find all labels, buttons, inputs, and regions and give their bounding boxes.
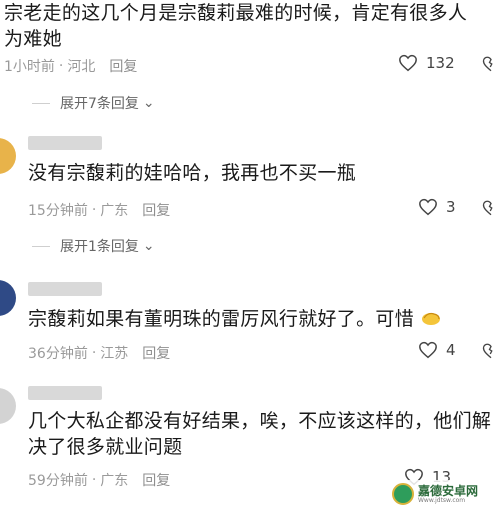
dislike-icon[interactable] bbox=[482, 55, 500, 73]
comment-meta: 15分钟前 · 广东 回复 bbox=[28, 200, 171, 220]
reply-button[interactable]: 回复 bbox=[142, 200, 170, 220]
avatar[interactable] bbox=[0, 388, 16, 424]
comment-text: 没有宗馥莉的娃哈哈，我再也不买一瓶 bbox=[28, 162, 357, 184]
username-redacted bbox=[28, 282, 102, 296]
comment-time: 36分钟前 bbox=[28, 346, 88, 362]
comment-location: 广东 bbox=[100, 203, 129, 219]
username-redacted bbox=[28, 136, 102, 150]
expand-replies[interactable]: 展开1条回复 ⌄ bbox=[32, 236, 155, 256]
watermark-logo-icon bbox=[392, 483, 414, 505]
bowing-hand-emoji-icon bbox=[422, 312, 441, 325]
heart-icon bbox=[419, 341, 437, 359]
comment-location: 江苏 bbox=[100, 346, 129, 362]
avatar[interactable] bbox=[0, 138, 16, 174]
like-count: 4 bbox=[446, 341, 456, 359]
heart-icon bbox=[419, 198, 437, 216]
dislike-icon[interactable] bbox=[482, 342, 500, 360]
chevron-down-icon: ⌄ bbox=[142, 95, 155, 111]
expand-label: 展开1条回复 bbox=[60, 239, 139, 255]
avatar[interactable] bbox=[0, 280, 16, 316]
watermark: 嘉德安卓网 Www.jdtsw.com bbox=[392, 480, 500, 508]
expand-replies[interactable]: 展开7条回复 ⌄ bbox=[32, 93, 155, 113]
comment-location: 河北 bbox=[67, 59, 96, 75]
comment-meta: 59分钟前 · 广东 回复 bbox=[28, 470, 171, 490]
like-button[interactable]: 3 bbox=[418, 198, 456, 216]
comment-text: 宗馥莉如果有董明珠的雷厉风行就好了。可惜 bbox=[28, 306, 442, 332]
reply-button[interactable]: 回复 bbox=[142, 343, 170, 363]
reply-button[interactable]: 回复 bbox=[109, 56, 137, 76]
like-count: 3 bbox=[446, 198, 456, 216]
watermark-title: 嘉德安卓网 bbox=[418, 483, 479, 498]
reply-button[interactable]: 回复 bbox=[142, 470, 170, 490]
like-button[interactable]: 132 bbox=[398, 54, 455, 72]
comment-time: 1小时前 bbox=[4, 59, 55, 75]
comment-meta: 1小时前 · 河北 回复 bbox=[4, 56, 138, 76]
watermark-subtitle: Www.jdtsw.com bbox=[418, 496, 466, 504]
like-count: 132 bbox=[426, 54, 455, 72]
like-button[interactable]: 4 bbox=[418, 341, 456, 359]
heart-icon bbox=[399, 54, 417, 72]
comment-text: 几个大私企都没有好结果，唉，不应该这样的，他们解 决了很多就业问题 bbox=[28, 410, 492, 458]
comment-text: 宗老走的这几个月是宗馥莉最难的时候，肯定有很多人 为难她 bbox=[4, 2, 468, 50]
comment-location: 广东 bbox=[100, 473, 129, 489]
chevron-down-icon: ⌄ bbox=[142, 238, 155, 254]
dislike-icon[interactable] bbox=[482, 199, 500, 217]
expand-label: 展开7条回复 bbox=[60, 96, 139, 112]
username-redacted bbox=[28, 386, 102, 400]
comment-time: 59分钟前 bbox=[28, 473, 88, 489]
comment-time: 15分钟前 bbox=[28, 203, 88, 219]
comment-meta: 36分钟前 · 江苏 回复 bbox=[28, 343, 171, 363]
